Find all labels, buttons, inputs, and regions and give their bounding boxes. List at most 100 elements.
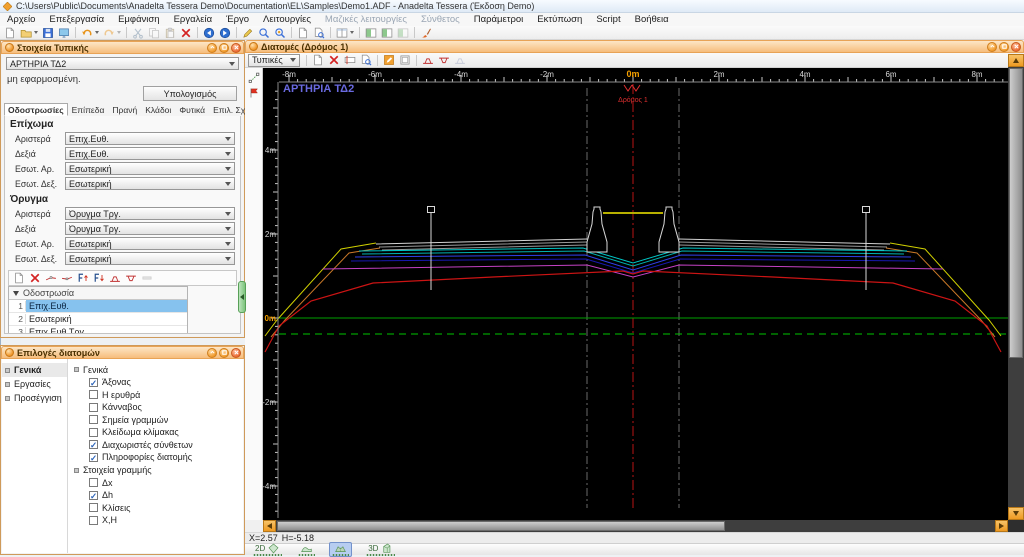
- window-green-2-button[interactable]: [380, 26, 394, 39]
- undo-button[interactable]: [80, 26, 100, 39]
- collapse-button[interactable]: [207, 42, 217, 53]
- page-preview-button[interactable]: [296, 26, 310, 39]
- close-button[interactable]: [231, 42, 241, 53]
- dropdown-caret-icon[interactable]: [117, 31, 121, 34]
- checkbox[interactable]: [89, 427, 98, 437]
- section-canvas[interactable]: ΑΡΤΗΡΙΑ ΤΔ2 Δρόμος 1 -8m -6m -4m -2m 0m 2m 4m 6…: [263, 68, 1008, 520]
- field-select-1-3[interactable]: Εσωτερική: [65, 252, 235, 265]
- menu-item-2[interactable]: Επεξεργασία: [42, 14, 111, 25]
- field-select-0-0[interactable]: Επιχ.Ευθ.: [65, 132, 235, 145]
- preview-section-button[interactable]: [359, 54, 373, 67]
- flag-tool-button[interactable]: [247, 86, 261, 99]
- template-cut-button[interactable]: [437, 54, 451, 67]
- checkbox[interactable]: ✓: [89, 440, 98, 450]
- options-nav-1[interactable]: Γενικά: [2, 363, 67, 377]
- checkbox[interactable]: [89, 402, 98, 412]
- add-layer-button[interactable]: [12, 272, 26, 285]
- tab-3[interactable]: Πρανή: [108, 103, 141, 116]
- field-select-0-2[interactable]: Εσωτερική: [65, 162, 235, 175]
- menu-item-1[interactable]: Αρχείο: [0, 14, 42, 25]
- open-file-button[interactable]: [19, 26, 39, 39]
- scroll-left-button[interactable]: [263, 520, 276, 532]
- layer-row[interactable]: 1 Επιχ.Ευθ.: [9, 300, 187, 313]
- new-section-button[interactable]: [311, 54, 325, 67]
- collapse-button[interactable]: [207, 347, 217, 358]
- dropdown-caret-icon[interactable]: [95, 31, 99, 34]
- options-nav-2[interactable]: Εργασίες: [2, 377, 67, 391]
- zoom-button[interactable]: [257, 26, 271, 39]
- plan-2d-button[interactable]: 2D: [251, 543, 284, 556]
- layer-row[interactable]: 2 Εσωτερική: [9, 313, 187, 326]
- delete-layer-button[interactable]: [28, 272, 42, 285]
- page-zoom-button[interactable]: [312, 26, 326, 39]
- checkbox[interactable]: ✓: [89, 452, 98, 462]
- template-locked-button[interactable]: [453, 54, 467, 67]
- horizontal-scrollbar[interactable]: [263, 520, 1008, 532]
- collapse-button[interactable]: [987, 41, 997, 52]
- scroll-right-button[interactable]: [995, 520, 1008, 532]
- vertical-scroll-thumb[interactable]: [1009, 68, 1023, 358]
- menu-item-7[interactable]: Μαζικές λειτουργίες: [318, 14, 414, 25]
- edit-section-button[interactable]: [382, 54, 396, 67]
- tab-5[interactable]: Φυτικά: [175, 103, 209, 116]
- dropdown-caret-icon[interactable]: [350, 31, 354, 34]
- new-file-button[interactable]: [3, 26, 17, 39]
- layer-row[interactable]: 3 Επιχ.Ευθ.Τργ.: [9, 326, 187, 333]
- scroll-down-button[interactable]: [1008, 507, 1024, 520]
- field-select-1-0[interactable]: Όρυγμα Τργ.: [65, 207, 235, 220]
- draw-left-slope-button[interactable]: [44, 272, 58, 285]
- checkbox[interactable]: [89, 515, 98, 525]
- layers-table-header[interactable]: Οδοστρωσία: [9, 287, 187, 300]
- typical-select[interactable]: ΑΡΤΗΡΙΑ ΤΔ2: [6, 57, 239, 70]
- paste-button[interactable]: [163, 26, 177, 39]
- model-3d-button[interactable]: 3D: [364, 543, 397, 556]
- menu-item-6[interactable]: Λειτουργίες: [256, 14, 318, 25]
- checkbox[interactable]: [89, 503, 98, 513]
- options-nav-3[interactable]: Προσέγγιση: [2, 391, 67, 405]
- scroll-up-button[interactable]: [1008, 54, 1024, 67]
- menu-item-11[interactable]: Script: [589, 14, 627, 25]
- window-split-button[interactable]: [335, 26, 355, 39]
- insert-below-button[interactable]: [92, 272, 106, 285]
- cut-button[interactable]: [131, 26, 145, 39]
- copy-button[interactable]: [147, 26, 161, 39]
- dock-button[interactable]: [219, 347, 229, 358]
- checkbox[interactable]: [89, 478, 98, 488]
- draw-pencil-button[interactable]: [241, 26, 255, 39]
- checkbox[interactable]: ✓: [89, 377, 98, 387]
- save-file-button[interactable]: [41, 26, 55, 39]
- edge-right-button[interactable]: [124, 272, 138, 285]
- rename-section-button[interactable]: [343, 54, 357, 67]
- marker-pen-button[interactable]: [419, 26, 433, 39]
- menu-item-5[interactable]: Έργο: [219, 14, 256, 25]
- template-fill-button[interactable]: [421, 54, 435, 67]
- dock-button[interactable]: [999, 41, 1009, 52]
- insert-above-button[interactable]: [76, 272, 90, 285]
- field-select-0-3[interactable]: Εσωτερική: [65, 177, 235, 190]
- save-screen-button[interactable]: [57, 26, 71, 39]
- nav-forward-button[interactable]: [218, 26, 232, 39]
- menu-item-8[interactable]: Σύνθετος: [414, 14, 467, 25]
- draw-right-slope-button[interactable]: [60, 272, 74, 285]
- menu-item-4[interactable]: Εργαλεία: [167, 14, 220, 25]
- tab-2[interactable]: Επίπεδα: [68, 103, 109, 116]
- menu-item-10[interactable]: Εκτύπωση: [530, 14, 589, 25]
- horizontal-scroll-thumb[interactable]: [277, 521, 725, 531]
- field-select-0-1[interactable]: Επιχ.Ευθ.: [65, 147, 235, 160]
- delete-section-button[interactable]: [327, 54, 341, 67]
- zoom-region-button[interactable]: [273, 26, 287, 39]
- close-button[interactable]: [1011, 41, 1021, 52]
- nav-back-button[interactable]: [202, 26, 216, 39]
- edge-left-button[interactable]: [108, 272, 122, 285]
- field-select-1-1[interactable]: Όρυγμα Τργ.: [65, 222, 235, 235]
- typicals-combo[interactable]: Τυπικές: [248, 53, 300, 67]
- checkbox[interactable]: [89, 390, 98, 400]
- delete-button[interactable]: [179, 26, 193, 39]
- redo-button[interactable]: [102, 26, 122, 39]
- field-select-1-2[interactable]: Εσωτερική: [65, 237, 235, 250]
- section-frame-button[interactable]: [398, 54, 412, 67]
- dropdown-caret-icon[interactable]: [34, 31, 38, 34]
- profile-button[interactable]: [296, 543, 317, 556]
- menu-item-3[interactable]: Εμφάνιση: [111, 14, 166, 25]
- window-green-1-button[interactable]: [364, 26, 378, 39]
